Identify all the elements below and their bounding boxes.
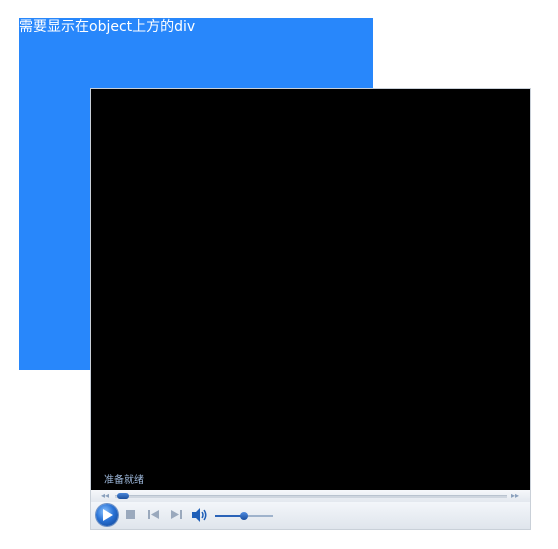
seek-bar-row: ◂◂ ▸▸: [91, 490, 530, 502]
play-icon: [103, 509, 113, 521]
player-status-text: 准备就绪: [104, 475, 144, 486]
player-controls: [91, 502, 530, 529]
seek-thumb[interactable]: [117, 493, 129, 499]
page: 需要显示在object上方的div 准备就绪 ◂◂ ▸▸: [0, 0, 558, 549]
fast-forward-icon[interactable]: ▸▸: [511, 491, 519, 501]
rewind-icon[interactable]: ◂◂: [101, 491, 109, 501]
volume-thumb[interactable]: [240, 512, 248, 520]
video-display[interactable]: 准备就绪: [91, 89, 530, 490]
stop-icon[interactable]: [126, 510, 135, 519]
volume-icon[interactable]: [192, 508, 208, 522]
overlay-div-text: 需要显示在object上方的div: [19, 19, 196, 35]
next-track-icon[interactable]: [171, 510, 182, 519]
previous-track-icon[interactable]: [148, 510, 159, 519]
play-button[interactable]: [96, 504, 118, 526]
media-player[interactable]: 准备就绪 ◂◂ ▸▸: [90, 88, 531, 530]
seek-bar[interactable]: [115, 495, 507, 498]
